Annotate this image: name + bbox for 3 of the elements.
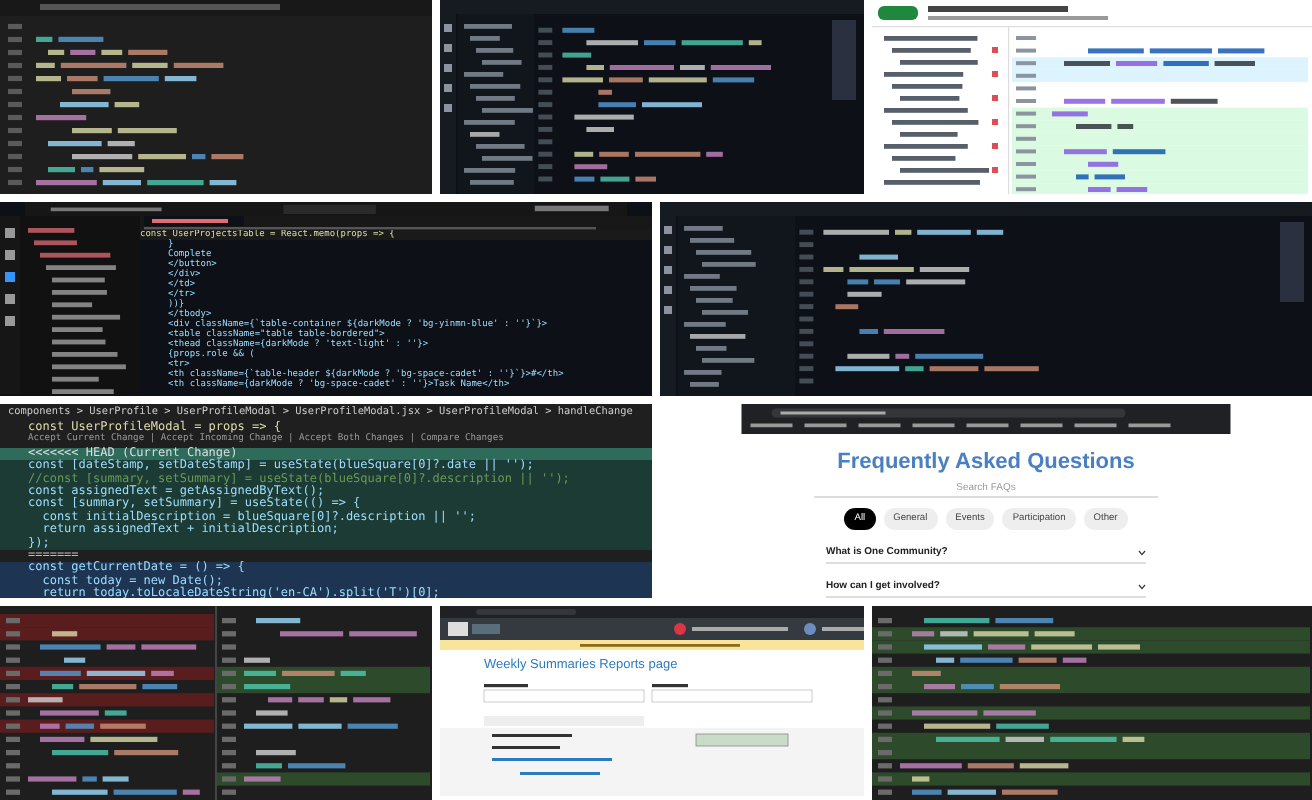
chevron-icon (1138, 549, 1146, 555)
chevron-icon (1138, 583, 1146, 589)
page-title: Frequently Asked Questions (837, 450, 1135, 474)
